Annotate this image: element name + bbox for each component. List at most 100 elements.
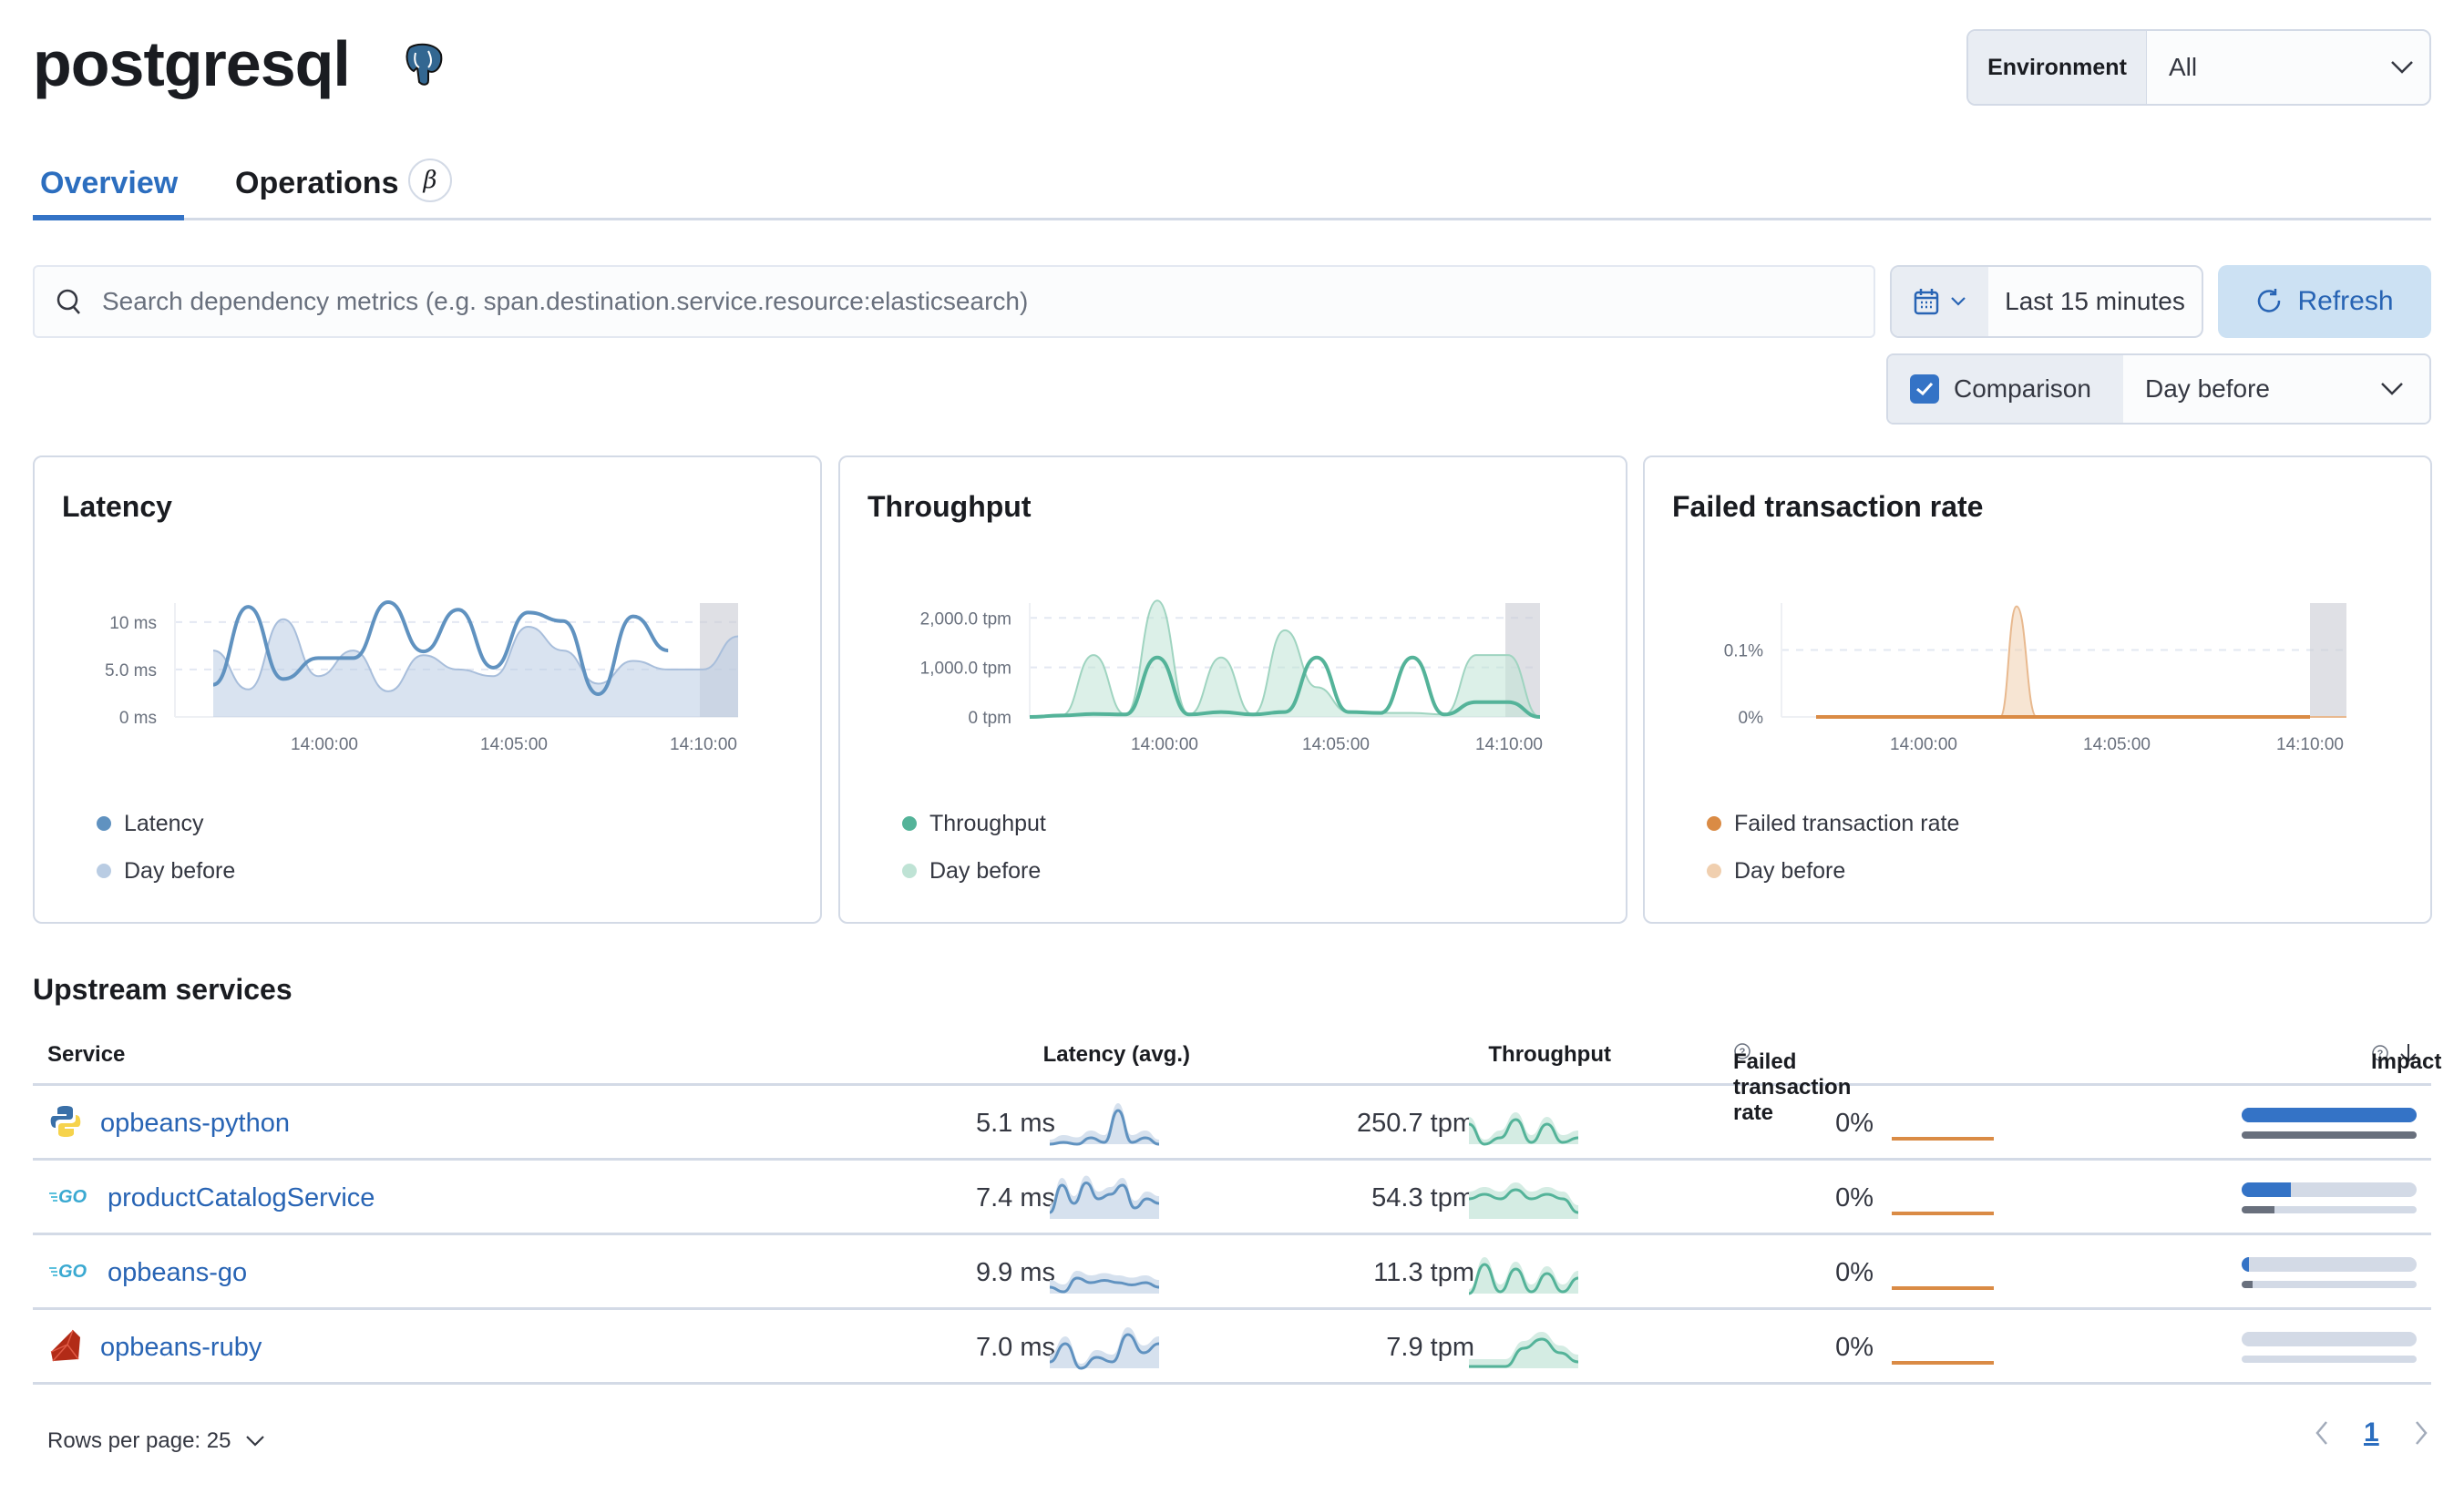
svg-text:GO: GO xyxy=(58,1187,87,1207)
latency-chart[interactable]: 0 ms 5.0 ms 10 ms 14:00:00 14:05:00 14:10:00 xyxy=(35,576,824,785)
service-cell: opbeans-python xyxy=(49,1086,290,1161)
throughput-value: 11.3 tpm xyxy=(1373,1257,1474,1287)
column-impact[interactable]: Impact? xyxy=(2371,1042,2441,1074)
impact-bar-fill xyxy=(2242,1182,2291,1197)
service-link[interactable]: opbeans-go xyxy=(108,1258,247,1288)
series-area-day-before xyxy=(1816,606,2346,717)
latency-sparkline xyxy=(1050,1327,1160,1370)
environment-select[interactable]: Environment All xyxy=(1966,29,2431,106)
go-icon: GO xyxy=(49,1260,89,1286)
upstream-services-title: Upstream services xyxy=(33,973,293,1006)
comparison-toggle[interactable]: Comparison xyxy=(1888,355,2123,423)
latency-value: 7.4 ms xyxy=(975,1182,1055,1213)
checkmark-icon xyxy=(1916,382,1934,396)
comparison-label: Comparison xyxy=(1954,374,2091,403)
x-tick-label: 14:05:00 xyxy=(2083,735,2151,754)
sparkline-area xyxy=(1469,1182,1578,1219)
legend-item[interactable]: Day before xyxy=(1707,847,1959,895)
environment-value[interactable]: All xyxy=(2147,31,2375,104)
page-number[interactable]: 1 xyxy=(2364,1417,2379,1448)
legend-item[interactable]: Latency xyxy=(97,800,235,847)
failed-rate-sparkline xyxy=(1892,1137,1994,1141)
x-tick-label: 14:00:00 xyxy=(1131,735,1198,754)
table-header: Service Latency (avg.) Throughput Failed… xyxy=(33,1035,2441,1125)
impact-bar-current xyxy=(2242,1332,2417,1346)
date-picker[interactable]: Last 15 minutes xyxy=(1890,265,2203,338)
page-title: postgresql xyxy=(33,28,351,99)
environment-label: Environment xyxy=(1968,31,2147,104)
failed-transaction-rate-value: 0% xyxy=(1835,1257,1874,1287)
impact-bar-fill xyxy=(2242,1281,2253,1288)
card-title: Failed transaction rate xyxy=(1672,490,1984,523)
chevron-down-icon[interactable] xyxy=(2375,31,2429,104)
comparison-checkbox[interactable] xyxy=(1910,374,1939,404)
failed-transaction-rate-chart[interactable]: 0% 0.1% 14:00:00 14:05:00 14:10:00 xyxy=(1645,576,2434,785)
rows-per-page-label: Rows per page: 25 xyxy=(47,1428,231,1453)
x-tick-label: 14:00:00 xyxy=(291,735,358,754)
impact-bar-fill xyxy=(2242,1206,2275,1213)
legend-item[interactable]: Failed transaction rate xyxy=(1707,800,1959,847)
column-failed-transaction-rate[interactable]: Failed transaction rate? xyxy=(1733,1042,1851,1125)
refresh-button[interactable]: Refresh xyxy=(2218,265,2431,338)
latency-sparkline xyxy=(1050,1271,1160,1294)
card-title: Throughput xyxy=(868,490,1032,523)
latency-sparkline xyxy=(1050,1103,1160,1146)
service-link[interactable]: productCatalogService xyxy=(108,1183,375,1213)
legend-item[interactable]: Throughput xyxy=(902,800,1046,847)
x-tick-label: 14:10:00 xyxy=(2276,735,2344,754)
failed-rate-sparkline xyxy=(1892,1286,1994,1290)
chevron-down-icon xyxy=(1951,297,1966,306)
failed-transaction-rate-value: 0% xyxy=(1835,1108,1874,1138)
rows-per-page-select[interactable]: Rows per page: 25 xyxy=(47,1428,265,1454)
impact-bar-current xyxy=(2242,1108,2417,1122)
impact-bars xyxy=(2242,1182,2417,1213)
impact-bar-fill xyxy=(2242,1131,2417,1139)
quick-select-button[interactable] xyxy=(1892,267,1988,336)
incomplete-bucket-shade xyxy=(2310,603,2346,717)
throughput-sparkline xyxy=(1469,1332,1579,1368)
comparison-select[interactable]: Day before xyxy=(2123,355,2429,423)
search-input[interactable]: Search dependency metrics (e.g. span.des… xyxy=(33,265,1875,338)
failed-transaction-rate-card: Failed transaction rate 0% 0.1% 14:00:00 14… xyxy=(1643,455,2432,924)
previous-page-icon[interactable] xyxy=(2315,1420,2329,1446)
throughput-chart[interactable]: 0 tpm 1,000.0 tpm 2,000.0 tpm 14:00:00 14:05… xyxy=(840,576,1629,785)
throughput-value: 7.9 tpm xyxy=(1386,1332,1474,1362)
column-throughput[interactable]: Throughput xyxy=(1488,1042,1611,1068)
impact-bar-comparison xyxy=(2242,1206,2417,1213)
throughput-sparkline xyxy=(1469,1182,1579,1219)
next-page-icon[interactable] xyxy=(2414,1420,2428,1446)
tab-overview[interactable]: Overview xyxy=(40,166,178,201)
date-range-value[interactable]: Last 15 minutes xyxy=(1988,267,2202,336)
chart-legend: Throughput Day before xyxy=(902,800,1046,895)
card-title: Latency xyxy=(62,490,172,523)
throughput-value: 250.7 tpm xyxy=(1357,1108,1474,1138)
tab-operations[interactable]: Operations xyxy=(235,166,398,201)
service-cell: GO productCatalogService xyxy=(49,1161,375,1235)
ruby-icon xyxy=(49,1328,82,1367)
legend-label: Day before xyxy=(929,857,1042,884)
latency-value: 7.0 ms xyxy=(975,1332,1055,1362)
upstream-services-table: Service Latency (avg.) Throughput Failed… xyxy=(33,1035,2441,1385)
legend-dot xyxy=(1707,864,1721,878)
legend-item[interactable]: Day before xyxy=(97,847,235,895)
legend-item[interactable]: Day before xyxy=(902,847,1046,895)
column-latency[interactable]: Latency (avg.) xyxy=(1043,1042,1190,1068)
failed-rate-sparkline xyxy=(1892,1212,1994,1215)
x-tick-label: 14:05:00 xyxy=(480,735,548,754)
failed-rate-sparkline xyxy=(1892,1361,1994,1365)
column-service[interactable]: Service xyxy=(47,1042,125,1068)
service-link[interactable]: opbeans-ruby xyxy=(100,1333,262,1363)
x-tick-label: 14:10:00 xyxy=(1475,735,1543,754)
x-tick-label: 14:05:00 xyxy=(1302,735,1370,754)
refresh-icon xyxy=(2258,289,2281,312)
x-tick-label: 14:00:00 xyxy=(1890,735,1957,754)
legend-label: Failed transaction rate xyxy=(1734,810,1960,836)
service-link[interactable]: opbeans-python xyxy=(100,1109,290,1139)
comparison-value: Day before xyxy=(2145,374,2270,403)
legend-dot xyxy=(1707,816,1721,831)
python-icon xyxy=(49,1104,82,1143)
throughput-value: 54.3 tpm xyxy=(1371,1182,1474,1213)
tab-operations-label: Operations xyxy=(235,166,399,200)
y-tick-label: 0.1% xyxy=(1724,641,1763,660)
legend-label: Latency xyxy=(124,810,204,836)
